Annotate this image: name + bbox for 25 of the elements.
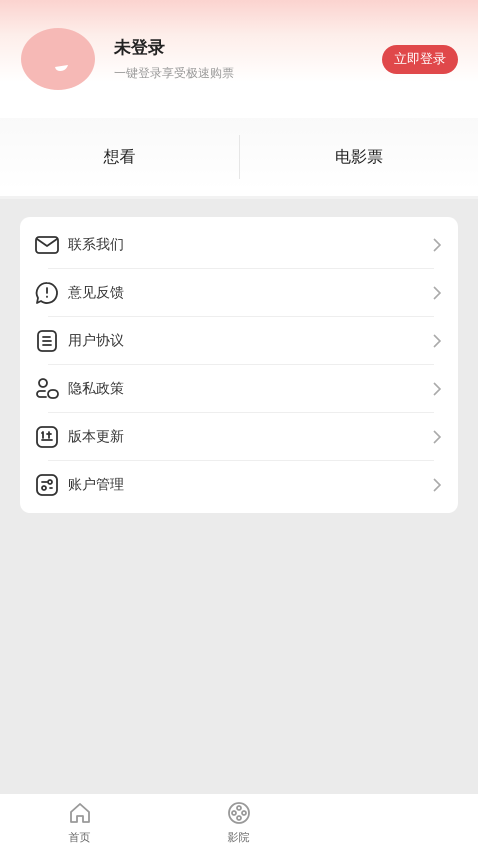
nav-label[interactable]: 影院 <box>228 830 250 844</box>
chevron-right-icon <box>432 430 442 444</box>
film-reel-icon[interactable] <box>226 800 252 826</box>
nav-label[interactable]: 首页 <box>68 830 90 844</box>
menu-item[interactable]: 联系我们 <box>68 236 432 254</box>
update-icon <box>34 424 60 450</box>
menu-item[interactable]: 意见反馈 <box>68 284 432 302</box>
login-button[interactable]: 立即登录 <box>382 44 458 74</box>
settings-icon <box>34 472 60 498</box>
chevron-right-icon <box>432 478 442 492</box>
document-icon <box>34 328 60 354</box>
chevron-right-icon <box>432 286 442 300</box>
people-icon <box>34 376 60 402</box>
user-name: 未登录 <box>114 37 166 59</box>
menu-item[interactable]: 账户管理 <box>68 476 432 494</box>
feedback-icon <box>34 280 60 306</box>
chevron-right-icon <box>432 238 442 252</box>
menu-item[interactable]: 版本更新 <box>68 428 432 446</box>
chevron-right-icon <box>432 334 442 348</box>
menu-item[interactable]: 隐私政策 <box>68 380 432 398</box>
quick-tab[interactable]: 电影票 <box>240 146 478 168</box>
chevron-right-icon <box>432 382 442 396</box>
login-hint: 一键登录享受极速购票 <box>114 65 235 82</box>
quick-tab[interactable]: 想看 <box>0 146 238 168</box>
menu-item[interactable]: 用户协议 <box>68 332 432 350</box>
